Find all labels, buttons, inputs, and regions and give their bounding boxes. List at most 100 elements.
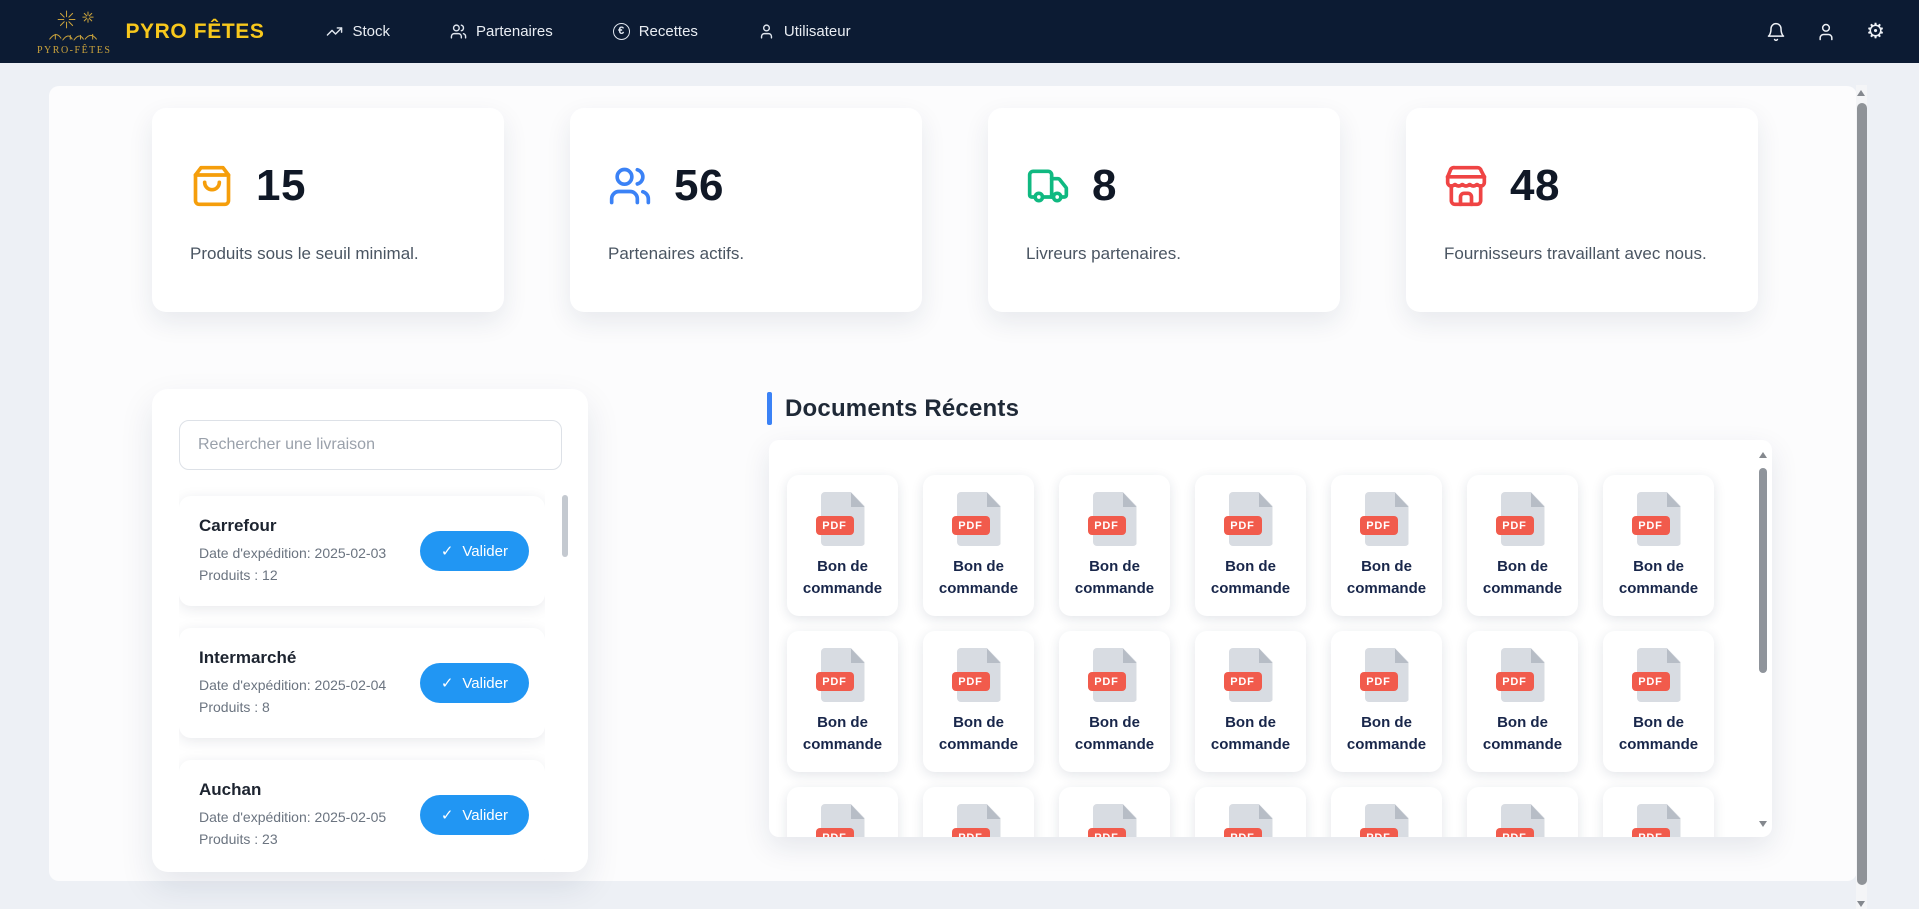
nav-item-partenaires[interactable]: Partenaires bbox=[450, 23, 553, 40]
users-icon bbox=[450, 23, 467, 40]
pdf-document-card[interactable]: PDF Bon de commande bbox=[1195, 787, 1306, 837]
pdf-document-card[interactable]: PDF Bon de commande bbox=[1603, 631, 1714, 772]
validate-button[interactable]: ✓ Valider bbox=[420, 663, 529, 703]
pdf-badge: PDF bbox=[1088, 828, 1126, 837]
scroll-down-arrow-icon[interactable] bbox=[1857, 901, 1865, 907]
truck-icon bbox=[1026, 164, 1070, 208]
bell-icon[interactable] bbox=[1766, 22, 1786, 42]
pdf-document-card[interactable]: PDF Bon de commande bbox=[787, 631, 898, 772]
pdf-badge: PDF bbox=[1496, 516, 1534, 535]
content-area: 15 Produits sous le seuil minimal. 56 Pa… bbox=[49, 86, 1857, 881]
scrollbar-thumb[interactable] bbox=[562, 495, 568, 557]
pdf-file-icon: PDF bbox=[1637, 492, 1681, 546]
stat-card-produits: 15 Produits sous le seuil minimal. bbox=[152, 108, 504, 312]
delivery-list-scrollbar[interactable] bbox=[562, 487, 568, 860]
trending-chart-icon bbox=[326, 23, 343, 40]
pdf-grid: PDF Bon de commande PDF Bon de commande … bbox=[787, 475, 1742, 837]
pdf-document-card[interactable]: PDF Bon de commande bbox=[1059, 787, 1170, 837]
stat-card-livreurs: 8 Livreurs partenaires. bbox=[988, 108, 1340, 312]
pdf-badge: PDF bbox=[1224, 828, 1262, 837]
validate-button[interactable]: ✓ Valider bbox=[420, 531, 529, 571]
delivery-list: Carrefour Date d'expédition: 2025-02-03 … bbox=[179, 487, 545, 860]
pdf-file-icon: PDF bbox=[1501, 492, 1545, 546]
pdf-document-card[interactable]: PDF Bon de commande bbox=[1059, 631, 1170, 772]
pdf-document-card[interactable]: PDF Bon de commande bbox=[787, 787, 898, 837]
nav-item-label: Utilisateur bbox=[784, 23, 851, 40]
pdf-badge: PDF bbox=[1088, 672, 1126, 691]
euro-icon: € bbox=[613, 23, 630, 40]
gear-icon[interactable]: ⚙ bbox=[1866, 22, 1885, 42]
pdf-file-icon: PDF bbox=[821, 804, 865, 837]
pdf-document-card[interactable]: PDF Bon de commande bbox=[1195, 631, 1306, 772]
pdf-document-card[interactable]: PDF Bon de commande bbox=[923, 631, 1034, 772]
check-icon: ✓ bbox=[441, 674, 454, 692]
page-scrollbar[interactable] bbox=[1856, 85, 1867, 909]
stat-value: 15 bbox=[256, 161, 306, 211]
pdf-badge: PDF bbox=[1360, 516, 1398, 535]
heading-accent-bar bbox=[767, 392, 772, 425]
scrollbar-thumb[interactable] bbox=[1857, 103, 1867, 885]
pdf-file-icon: PDF bbox=[957, 492, 1001, 546]
user-icon bbox=[758, 23, 775, 40]
pdf-file-icon: PDF bbox=[1637, 648, 1681, 702]
documents-panel: PDF Bon de commande PDF Bon de commande … bbox=[769, 440, 1772, 837]
stat-card-fournisseurs: 48 Fournisseurs travaillant avec nous. bbox=[1406, 108, 1758, 312]
pdf-document-card[interactable]: PDF Bon de commande bbox=[1331, 475, 1442, 616]
scrollbar-thumb[interactable] bbox=[1759, 468, 1767, 673]
pdf-file-icon: PDF bbox=[821, 648, 865, 702]
account-icon[interactable] bbox=[1816, 22, 1836, 42]
stat-card-partenaires: 56 Partenaires actifs. bbox=[570, 108, 922, 312]
pdf-card-label: Bon de commande bbox=[934, 712, 1024, 756]
pdf-card-label: Bon de commande bbox=[1070, 712, 1160, 756]
pdf-file-icon: PDF bbox=[1093, 648, 1137, 702]
pdf-document-card[interactable]: PDF Bon de commande bbox=[923, 475, 1034, 616]
nav-item-label: Recettes bbox=[639, 23, 698, 40]
pdf-document-card[interactable]: PDF Bon de commande bbox=[1059, 475, 1170, 616]
pdf-badge: PDF bbox=[952, 516, 990, 535]
pdf-card-label: Bon de commande bbox=[798, 556, 888, 600]
pdf-badge: PDF bbox=[816, 672, 854, 691]
stats-row: 15 Produits sous le seuil minimal. 56 Pa… bbox=[152, 108, 1758, 312]
documents-heading: Documents Récents bbox=[767, 392, 1019, 425]
pdf-document-card[interactable]: PDF Bon de commande bbox=[1603, 475, 1714, 616]
pdf-card-label: Bon de commande bbox=[1478, 556, 1568, 600]
pdf-document-card[interactable]: PDF Bon de commande bbox=[1467, 787, 1578, 837]
pdf-document-card[interactable]: PDF Bon de commande bbox=[1331, 631, 1442, 772]
pdf-file-icon: PDF bbox=[957, 804, 1001, 837]
pdf-file-icon: PDF bbox=[1093, 492, 1137, 546]
pdf-document-card[interactable]: PDF Bon de commande bbox=[1603, 787, 1714, 837]
nav-item-recettes[interactable]: € Recettes bbox=[613, 23, 698, 40]
validate-label: Valider bbox=[462, 543, 508, 560]
pdf-card-label: Bon de commande bbox=[934, 556, 1024, 600]
scroll-up-arrow-icon[interactable] bbox=[1759, 452, 1767, 458]
stat-label: Produits sous le seuil minimal. bbox=[190, 244, 466, 264]
pdf-card-label: Bon de commande bbox=[798, 712, 888, 756]
pdf-document-card[interactable]: PDF Bon de commande bbox=[1467, 631, 1578, 772]
nav-item-stock[interactable]: Stock bbox=[326, 23, 390, 40]
pdf-document-card[interactable]: PDF Bon de commande bbox=[787, 475, 898, 616]
nav-item-utilisateur[interactable]: Utilisateur bbox=[758, 23, 851, 40]
validate-button[interactable]: ✓ Valider bbox=[420, 795, 529, 835]
delivery-card-intermarche: Intermarché Date d'expédition: 2025-02-0… bbox=[179, 628, 545, 738]
pdf-document-card[interactable]: PDF Bon de commande bbox=[1467, 475, 1578, 616]
pdf-document-card[interactable]: PDF Bon de commande bbox=[923, 787, 1034, 837]
pdf-file-icon: PDF bbox=[1501, 648, 1545, 702]
pdf-card-label: Bon de commande bbox=[1070, 556, 1160, 600]
logo[interactable]: PYRO-FÊTES bbox=[37, 8, 111, 56]
pdf-badge: PDF bbox=[1496, 672, 1534, 691]
deliveries-panel: Carrefour Date d'expédition: 2025-02-03 … bbox=[152, 389, 588, 872]
nav-item-label: Stock bbox=[352, 23, 390, 40]
pdf-file-icon: PDF bbox=[1637, 804, 1681, 837]
pdf-document-card[interactable]: PDF Bon de commande bbox=[1195, 475, 1306, 616]
validate-label: Valider bbox=[462, 807, 508, 824]
pdf-file-icon: PDF bbox=[1365, 492, 1409, 546]
scroll-down-arrow-icon[interactable] bbox=[1759, 821, 1767, 827]
pdf-badge: PDF bbox=[1088, 516, 1126, 535]
search-input[interactable] bbox=[179, 420, 562, 470]
scroll-up-arrow-icon[interactable] bbox=[1857, 90, 1865, 96]
pdf-document-card[interactable]: PDF Bon de commande bbox=[1331, 787, 1442, 837]
pdf-badge: PDF bbox=[1632, 828, 1670, 837]
stat-label: Partenaires actifs. bbox=[608, 244, 884, 264]
documents-scrollbar[interactable] bbox=[1757, 446, 1769, 831]
pdf-file-icon: PDF bbox=[1365, 804, 1409, 837]
